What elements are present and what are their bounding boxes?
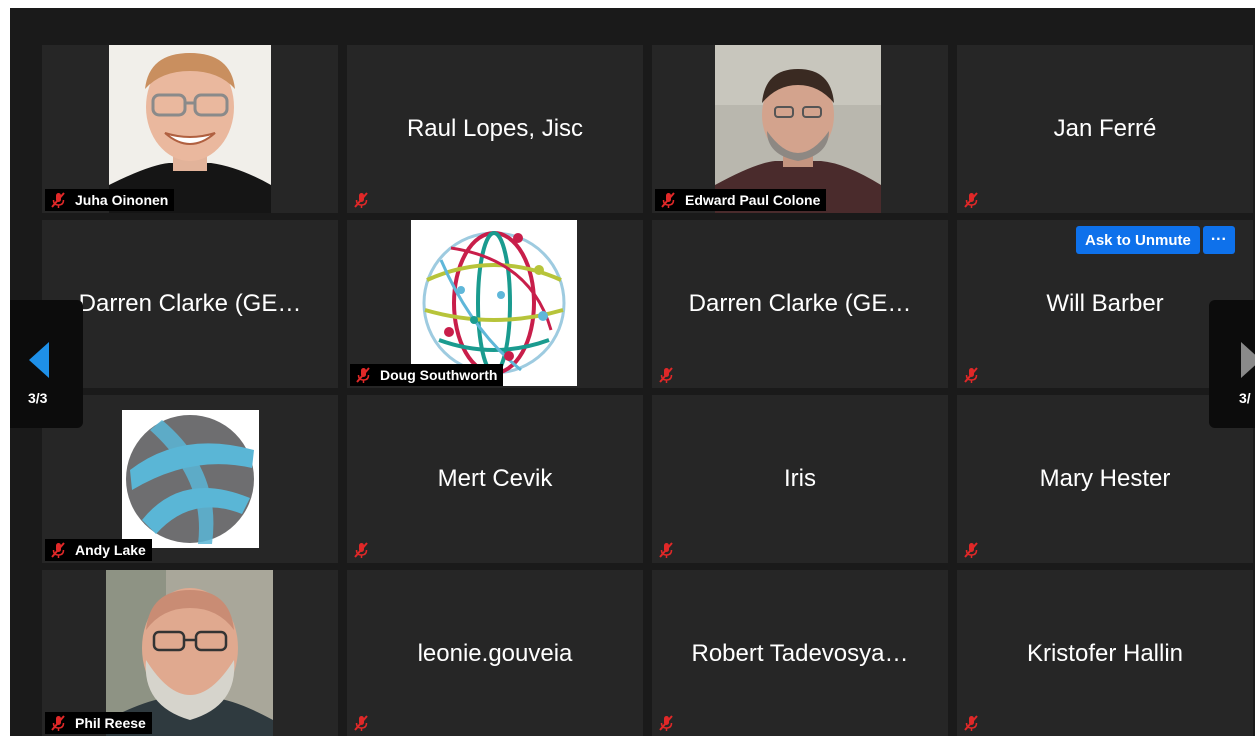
participant-tile[interactable]: Robert Tadevosya… [652, 570, 948, 736]
participant-name: Juha Oinonen [75, 192, 169, 208]
microphone-muted-icon [964, 192, 978, 208]
microphone-muted-icon [661, 192, 675, 208]
more-options-button[interactable]: ··· [1202, 226, 1235, 254]
participant-display-name: Mert Cevik [437, 465, 553, 492]
participant-label [960, 539, 982, 561]
participant-name: Andy Lake [75, 542, 146, 558]
chevron-left-icon [29, 342, 49, 378]
participant-label [350, 189, 372, 211]
participant-tile[interactable]: Raul Lopes, Jisc [347, 45, 643, 213]
participant-name: Phil Reese [75, 715, 146, 731]
participant-display-name: Kristofer Hallin [1026, 640, 1184, 667]
participant-photo [715, 45, 881, 213]
meeting-window: Juha Oinonen Raul Lopes, Jisc Edward Pau… [10, 8, 1255, 736]
participant-tile[interactable]: Andy Lake [42, 395, 338, 563]
microphone-muted-icon [659, 367, 673, 383]
participant-tile[interactable]: Darren Clarke (GE… [652, 220, 948, 388]
participant-display-name: leonie.gouveia [417, 640, 573, 667]
participant-tile[interactable]: Kristofer Hallin [957, 570, 1253, 736]
participant-photo [122, 410, 259, 548]
microphone-muted-icon [354, 192, 368, 208]
participant-label [655, 364, 677, 386]
participant-tile[interactable]: Mert Cevik [347, 395, 643, 563]
microphone-muted-icon [354, 715, 368, 731]
microphone-muted-icon [659, 542, 673, 558]
participant-label: Edward Paul Colone [655, 189, 827, 211]
microphone-muted-icon [659, 715, 673, 731]
participant-display-name: Darren Clarke (GE… [688, 290, 912, 317]
previous-page-button[interactable]: 3/3 [10, 300, 83, 428]
participant-tile[interactable]: Edward Paul Colone [652, 45, 948, 213]
microphone-muted-icon [964, 542, 978, 558]
microphone-muted-icon [964, 715, 978, 731]
participant-display-name: Jan Ferré [1053, 115, 1157, 142]
participant-label [960, 189, 982, 211]
participant-photo [411, 220, 577, 386]
gallery-grid: Juha Oinonen Raul Lopes, Jisc Edward Pau… [10, 8, 1255, 736]
page-count: 3/ [1239, 390, 1251, 406]
participant-display-name: Raul Lopes, Jisc [406, 115, 584, 142]
participant-label [960, 712, 982, 734]
participant-label [350, 539, 372, 561]
participant-label [350, 712, 372, 734]
participant-label: Doug Southworth [350, 364, 504, 386]
participant-display-name: Iris [784, 465, 816, 492]
tile-hover-actions: Ask to Unmute ··· [1076, 226, 1235, 254]
participant-label: Phil Reese [45, 712, 152, 734]
microphone-muted-icon [51, 192, 65, 208]
participant-tile[interactable]: Darren Clarke (GE… [42, 220, 338, 388]
participant-tile[interactable]: Iris [652, 395, 948, 563]
next-page-button[interactable]: 3/ [1209, 300, 1255, 428]
participant-label: Andy Lake [45, 539, 152, 561]
microphone-muted-icon [354, 542, 368, 558]
participant-label [960, 364, 982, 386]
microphone-muted-icon [356, 367, 370, 383]
participant-tile[interactable]: Phil Reese [42, 570, 338, 736]
page-count: 3/3 [28, 390, 48, 406]
microphone-muted-icon [51, 715, 65, 731]
participant-display-name: Darren Clarke (GE… [78, 290, 302, 317]
participant-label [655, 539, 677, 561]
ask-to-unmute-button[interactable]: Ask to Unmute [1076, 226, 1200, 254]
participant-label: Juha Oinonen [45, 189, 175, 211]
participant-name: Edward Paul Colone [685, 192, 821, 208]
microphone-muted-icon [964, 367, 978, 383]
participant-tile[interactable]: Doug Southworth [347, 220, 643, 388]
participant-display-name: Robert Tadevosya… [691, 640, 909, 667]
participant-tile[interactable]: Jan Ferré [957, 45, 1253, 213]
participant-name: Doug Southworth [380, 367, 498, 383]
participant-photo [109, 45, 271, 213]
participant-tile[interactable]: Juha Oinonen [42, 45, 338, 213]
participant-display-name: Mary Hester [1039, 465, 1171, 492]
participant-label [655, 712, 677, 734]
chevron-right-icon [1241, 342, 1255, 378]
participant-tile[interactable]: leonie.gouveia [347, 570, 643, 736]
microphone-muted-icon [51, 542, 65, 558]
